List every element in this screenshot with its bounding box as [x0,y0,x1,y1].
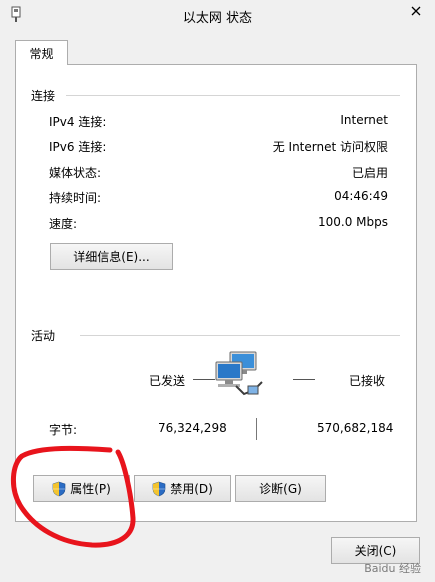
uac-shield-icon [152,481,166,496]
ipv4-label: IPv4 连接: [49,115,107,129]
media-state-label: 媒体状态: [49,166,102,180]
bytes-received-value: 570,682,184 [317,421,394,435]
bytes-sent-value: 76,324,298 [158,421,227,435]
watermark-text: Baidu 经验 [364,562,421,575]
close-window-button[interactable] [397,0,435,22]
ipv4-value: Internet [340,113,388,127]
details-button[interactable]: 详细信息(E)... [50,243,173,270]
bytes-label: 字节: [49,423,78,437]
general-panel: 连接 IPv4 连接: Internet IPv6 连接: 无 Internet… [15,64,417,522]
tab-general-label: 常规 [29,46,54,61]
sent-line [193,379,215,380]
received-label: 已接收 [349,374,386,388]
properties-button-label: 属性(P) [70,482,111,496]
media-state-value: 已启用 [351,166,388,180]
properties-button[interactable]: 属性(P) [33,475,130,502]
sent-label: 已发送 [149,374,186,388]
speed-label: 速度: [49,217,78,231]
tab-general[interactable]: 常规 [15,40,68,65]
window-title: 以太网 状态 [182,11,253,26]
ipv6-label: IPv6 连接: [49,140,107,154]
close-icon [411,6,421,16]
connection-info: IPv4 连接: Internet IPv6 连接: 无 Internet 访问… [49,113,388,243]
duration-value: 04:46:49 [334,189,388,203]
ipv6-value: 无 Internet 访问权限 [272,140,388,154]
watermark: Baidu 经验 [364,560,421,576]
disable-button[interactable]: 禁用(D) [134,475,231,502]
connection-section-title: 连接 [31,89,56,103]
network-computers-icon [215,351,263,396]
diagnose-button[interactable]: 诊断(G) [235,475,326,502]
title-bar: 以太网 状态 [0,0,435,31]
activity-section-title: 活动 [31,329,56,343]
connection-divider [66,95,400,96]
received-line [293,379,315,380]
speed-value: 100.0 Mbps [317,215,388,229]
uac-shield-icon [52,481,66,496]
bytes-divider [256,418,257,440]
activity-divider [80,335,400,336]
disable-button-label: 禁用(D) [170,482,213,496]
duration-label: 持续时间: [49,191,102,205]
